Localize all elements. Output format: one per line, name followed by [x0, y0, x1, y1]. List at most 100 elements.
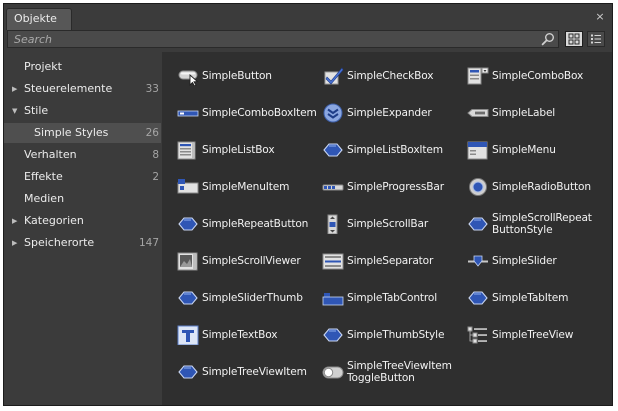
- sidebar-item-label: Projekt: [24, 60, 62, 73]
- asset-item[interactable]: SimpleSeparator: [312, 242, 456, 279]
- asset-item[interactable]: SimpleMenuItem: [167, 168, 311, 205]
- asset-item[interactable]: SimpleTreeViewItem: [167, 353, 311, 390]
- sidebar-item-count: 26: [145, 127, 159, 139]
- asset-item-label: SimpleListBoxItem: [347, 143, 443, 156]
- asset-item-label: SimpleScrollBar: [347, 217, 429, 230]
- asset-item[interactable]: SimpleMenu: [457, 131, 601, 168]
- sidebar-item-count: 33: [145, 83, 159, 95]
- button-icon: [178, 70, 199, 86]
- progressbar-icon: [322, 184, 344, 191]
- asset-item-label: SimpleSlider: [492, 254, 557, 267]
- asset-item-label: SimpleScrollViewer: [202, 254, 301, 267]
- asset-item[interactable]: SimpleListBox: [167, 131, 311, 168]
- expander-icon: [323, 103, 343, 123]
- asset-item[interactable]: SimpleSlider: [457, 242, 601, 279]
- asset-item[interactable]: SimpleComboBox: [457, 57, 601, 94]
- sidebar-item-label: Simple Styles: [34, 126, 109, 139]
- collapsed-arrow-icon[interactable]: ▶: [12, 211, 17, 231]
- sidebar-item-count: 8: [152, 149, 159, 161]
- asset-item-label: SimpleExpander: [347, 106, 432, 119]
- style-icon: [178, 291, 198, 305]
- expanded-arrow-icon[interactable]: ▼: [12, 101, 17, 121]
- asset-item[interactable]: SimpleSliderThumb: [167, 279, 311, 316]
- sidebar-item-count: 147: [138, 237, 159, 249]
- sidebar-item-label: Stile: [24, 104, 49, 117]
- treeview-icon: [467, 326, 487, 344]
- asset-item-label: SimpleRepeatButton: [202, 217, 309, 230]
- asset-item[interactable]: SimpleProgressBar: [312, 168, 456, 205]
- comboboxitem-icon: [177, 110, 199, 117]
- objects-panel: Objekte × Projekt ▶ Steuerelemente 33 ▼ Stile…: [3, 3, 613, 406]
- collapsed-arrow-icon[interactable]: ▶: [12, 79, 17, 99]
- asset-item[interactable]: SimpleTreeView: [457, 316, 601, 353]
- style-icon: [178, 217, 198, 231]
- tab-objekte[interactable]: Objekte: [6, 8, 72, 30]
- checkbox-icon: [324, 67, 344, 85]
- asset-item-label: SimpleLabel: [492, 106, 556, 119]
- label-icon: [467, 109, 489, 117]
- asset-item[interactable]: SimpleRepeatButton: [167, 205, 311, 242]
- radiobutton-icon: [469, 178, 487, 196]
- search-icon[interactable]: [541, 32, 555, 46]
- sidebar-item[interactable]: Effekte 2: [4, 167, 161, 187]
- sidebar-item-label: Medien: [24, 192, 65, 205]
- textbox-icon: [177, 325, 199, 345]
- sidebar-item[interactable]: ▶ Steuerelemente 33: [4, 79, 161, 99]
- search-input[interactable]: [8, 31, 538, 47]
- style-icon: [323, 143, 343, 157]
- asset-item-label: SimpleTreeViewItem ToggleButton: [347, 359, 452, 384]
- sidebar-item-label: Verhalten: [24, 148, 77, 161]
- collapsed-arrow-icon[interactable]: ▶: [12, 233, 17, 253]
- grid-view-button[interactable]: [565, 31, 583, 47]
- sidebar-item-label: Effekte: [24, 170, 63, 183]
- asset-item[interactable]: SimpleScrollViewer: [167, 242, 311, 279]
- asset-item[interactable]: SimpleListBoxItem: [312, 131, 456, 168]
- asset-item-label: SimpleTreeView: [492, 328, 574, 341]
- grid-view-icon: [568, 33, 580, 45]
- asset-item[interactable]: SimpleCheckBox: [312, 57, 456, 94]
- asset-item[interactable]: SimpleThumbStyle: [312, 316, 456, 353]
- sidebar-item[interactable]: Verhalten 8: [4, 145, 161, 165]
- asset-item-label: SimpleRadioButton: [492, 180, 591, 193]
- asset-item[interactable]: SimpleExpander: [312, 94, 456, 131]
- separator-icon: [322, 253, 344, 270]
- sidebar-item[interactable]: Medien: [4, 189, 161, 209]
- list-view-icon: [591, 34, 601, 44]
- asset-item[interactable]: SimpleScrollBar: [312, 205, 456, 242]
- menuitem-icon: [177, 179, 199, 194]
- asset-item-label: SimpleListBox: [202, 143, 275, 156]
- slider-icon: [468, 255, 488, 267]
- asset-item[interactable]: SimpleLabel: [457, 94, 601, 131]
- close-icon[interactable]: ×: [594, 11, 606, 23]
- sidebar-item[interactable]: ▶ Speicherorte 147: [4, 233, 161, 253]
- list-view-button[interactable]: [587, 31, 605, 47]
- asset-item-label: SimpleTreeViewItem: [202, 365, 307, 378]
- asset-item[interactable]: SimpleRadioButton: [457, 168, 601, 205]
- style-icon: [178, 365, 198, 379]
- sidebar-item-label: Speicherorte: [24, 236, 95, 249]
- asset-item-label: SimpleMenu: [492, 143, 556, 156]
- asset-item[interactable]: SimpleComboBoxItem: [167, 94, 317, 131]
- asset-item-label: SimpleComboBoxItem: [202, 106, 317, 119]
- asset-item[interactable]: SimpleTabControl: [312, 279, 456, 316]
- sidebar-item[interactable]: Projekt: [4, 57, 161, 77]
- asset-item-label: SimpleSliderThumb: [202, 291, 303, 304]
- asset-item-label: SimpleProgressBar: [347, 180, 444, 193]
- sidebar-item-label: Steuerelemente: [24, 82, 113, 95]
- asset-item-label: SimpleTextBox: [202, 328, 278, 341]
- asset-item[interactable]: SimpleButton: [167, 57, 311, 94]
- asset-item[interactable]: SimpleTreeViewItem ToggleButton: [312, 353, 456, 390]
- asset-item-label: SimpleTabControl: [347, 291, 437, 304]
- asset-item[interactable]: SimpleTextBox: [167, 316, 311, 353]
- style-icon: [468, 291, 488, 305]
- asset-grid: SimpleButton SimpleCheckBox SimpleComboBox…: [162, 52, 612, 405]
- sidebar-item[interactable]: Simple Styles 26: [4, 123, 161, 143]
- asset-item-label: SimpleThumbStyle: [347, 328, 445, 341]
- asset-item-label: SimpleTabItem: [492, 291, 569, 304]
- asset-item[interactable]: SimpleTabItem: [457, 279, 601, 316]
- asset-item[interactable]: SimpleScrollRepeat ButtonStyle: [457, 205, 601, 242]
- asset-item-label: SimpleSeparator: [347, 254, 434, 267]
- sidebar-item[interactable]: ▶ Kategorien: [4, 211, 161, 231]
- sidebar-item[interactable]: ▼ Stile: [4, 101, 161, 121]
- listbox-icon: [177, 141, 196, 160]
